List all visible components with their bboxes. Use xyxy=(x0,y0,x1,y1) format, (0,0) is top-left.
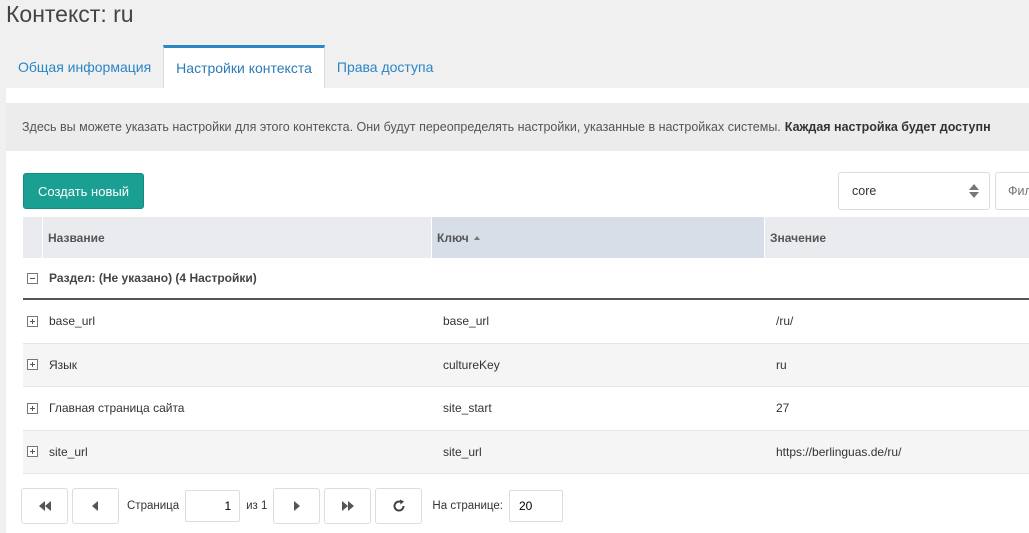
description-text: Здесь вы можете указать настройки для эт… xyxy=(22,120,781,134)
double-chevron-left-icon xyxy=(38,501,51,511)
page-count-label: из 1 xyxy=(246,500,268,512)
cell-value: 27 xyxy=(776,401,790,416)
page: Контекст: ru Общая информация Настройки … xyxy=(0,0,1029,533)
prev-page-button[interactable] xyxy=(72,488,119,524)
page-title: Контекст: ru xyxy=(6,1,134,27)
description-bold: Каждая настройка будет доступн xyxy=(784,120,991,134)
namespace-select[interactable]: core xyxy=(838,172,990,210)
refresh-icon xyxy=(393,499,405,512)
pagination-bar: Страница из 1 На странице: xyxy=(21,488,563,524)
per-page-input[interactable] xyxy=(508,490,563,522)
cell-name: Язык xyxy=(49,357,78,372)
table-row[interactable]: base_url base_url /ru/ xyxy=(23,300,1029,344)
cell-key: cultureKey xyxy=(443,357,500,372)
first-page-button[interactable] xyxy=(21,488,68,524)
tab-access-rights[interactable]: Права доступа xyxy=(325,45,445,88)
per-page-label: На странице: xyxy=(432,500,503,512)
column-header-key[interactable]: Ключ xyxy=(432,217,765,258)
cell-key: site_url xyxy=(443,444,482,459)
tab-bar: Общая информация Настройки контекста Пра… xyxy=(6,45,445,88)
filter-input[interactable] xyxy=(995,172,1029,210)
page-label: Страница xyxy=(127,500,180,512)
create-new-button[interactable]: Создать новый xyxy=(23,173,144,209)
cell-key: site_start xyxy=(443,401,492,416)
table-row[interactable]: Язык cultureKey ru xyxy=(23,343,1029,387)
column-header-name[interactable]: Название xyxy=(43,217,432,258)
double-chevron-right-icon xyxy=(341,501,354,511)
cell-key: base_url xyxy=(443,314,490,329)
expand-icon[interactable] xyxy=(27,359,38,371)
collapse-icon[interactable] xyxy=(27,272,38,284)
cell-name: site_url xyxy=(49,444,88,459)
tab-general-info[interactable]: Общая информация xyxy=(6,45,163,88)
refresh-button[interactable] xyxy=(375,488,423,524)
expand-icon[interactable] xyxy=(27,446,38,458)
settings-grid: Название Ключ Значение Раздел: (Не указа… xyxy=(23,217,1029,474)
cell-value: /ru/ xyxy=(776,314,794,329)
header-expander-col xyxy=(23,217,43,258)
group-row[interactable]: Раздел: (Не указано) (4 Настройки) xyxy=(23,258,1029,300)
expand-icon[interactable] xyxy=(27,315,38,327)
namespace-value: core xyxy=(852,184,877,198)
cell-name: base_url xyxy=(49,314,96,329)
cell-name: Главная страница сайта xyxy=(49,401,185,416)
grid-header: Название Ключ Значение xyxy=(23,217,1029,258)
table-row[interactable]: Главная страница сайта site_start 27 xyxy=(23,387,1029,431)
column-header-value[interactable]: Значение xyxy=(765,217,1029,258)
description-bar: Здесь вы можете указать настройки для эт… xyxy=(6,103,1029,151)
tab-context-settings[interactable]: Настройки контекста xyxy=(163,45,325,88)
page-number-input[interactable] xyxy=(185,490,241,522)
chevron-right-icon xyxy=(294,501,301,511)
group-label: Раздел: (Не указано) (4 Настройки) xyxy=(49,271,257,285)
sort-asc-icon xyxy=(473,235,480,240)
select-arrows-icon xyxy=(969,183,979,199)
cell-value: https://berlinguas.de/ru/ xyxy=(776,444,902,459)
last-page-button[interactable] xyxy=(324,488,372,524)
chevron-left-icon xyxy=(92,501,98,511)
next-page-button[interactable] xyxy=(273,488,321,524)
table-row[interactable]: site_url site_url https://berlinguas.de/… xyxy=(23,430,1029,474)
cell-value: ru xyxy=(776,357,787,372)
expand-icon[interactable] xyxy=(27,402,38,414)
